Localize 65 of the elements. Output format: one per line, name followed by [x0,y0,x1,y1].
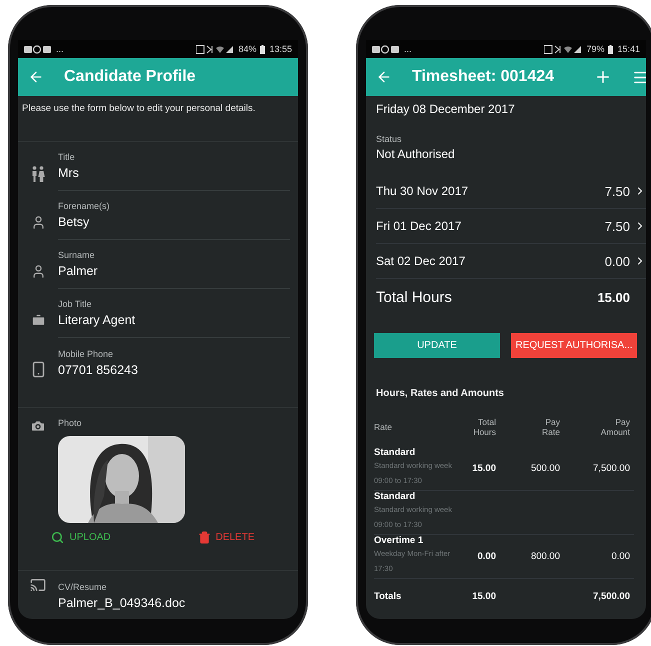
day-row[interactable]: Sat 02 Dec 2017 0.00 [376,244,646,279]
field-label: Forename(s) [58,201,111,211]
total-hours-value: 15.00 [597,290,630,304]
table-cell: 500.00 [500,447,564,491]
field-value[interactable]: Mrs [58,166,290,180]
column-header: Total Hours [472,417,497,439]
table-cell-text: 15.00 [471,590,497,602]
table-cell: 7,500.00 [564,447,634,491]
rate-name: Standard [374,447,416,458]
field-label: Photo [58,418,83,428]
table-cell: 0.00 [458,535,500,579]
table-cell: 15.00 [458,447,500,491]
battery-icon [608,44,614,54]
clock-time: 13:55 [269,44,292,54]
total-hours-label: Total Hours [376,288,453,306]
status-icons-drawing [544,44,582,54]
totals-label: Totals [374,590,402,602]
screen-icon [30,577,46,593]
clock-time: 15:41 [617,44,640,54]
back-arrow-icon[interactable] [376,69,392,85]
form-instructions: Please use the form below to edit your personal details. [18,96,298,142]
overflow-indicator: ... [56,44,64,54]
status-value: Not Authorised [376,147,456,161]
rate-name: Overtime 1 [374,535,424,546]
delete-button[interactable]: DELETE [194,529,258,546]
field-label: Title [58,152,76,162]
status-label: Status [376,134,403,144]
screen-title: Timesheet: 001424 [412,68,554,86]
battery-level: 79% [586,44,604,54]
screen-title: Candidate Profile [64,68,196,86]
field-label: Mobile Phone [58,348,114,358]
person-icon [30,264,46,279]
field-label: Job Title [58,299,93,309]
field-value[interactable]: Palmer [58,264,290,278]
request-authorisation-button[interactable]: REQUEST AUTHORISA... [511,333,637,358]
search-icon [51,531,64,544]
person-icon [30,215,46,230]
day-row[interactable]: Thu 30 Nov 2017 7.50 [376,174,646,209]
column-header: Rate [374,422,393,434]
table-cell: 0.00 [564,535,634,579]
people-icon [31,166,45,182]
camera-icon [30,418,46,434]
table-cell-text: 7,500.00 [592,590,631,602]
field-value[interactable]: Literary Agent [58,313,290,327]
status-icons-drawing [196,44,234,54]
rate-name: Standard [374,491,416,502]
table-cell: 800.00 [500,535,564,579]
section-title: Hours, Rates and Amounts [376,388,505,399]
field-label: Surname [58,250,96,260]
briefcase-icon [30,313,46,328]
day-row[interactable]: Fri 01 Dec 2017 7.50 [376,209,646,244]
battery-level: 84% [238,44,256,54]
trash-icon [198,531,211,544]
notification-icons-drawing [372,44,400,54]
overflow-indicator: ... [404,44,412,54]
field-value[interactable]: Palmer_B_049346.doc [58,596,290,610]
upload-button[interactable]: UPLOAD [47,529,115,546]
notification-icons-drawing [24,44,52,54]
column-header: Pay Rate [541,417,561,439]
battery-icon [260,44,266,54]
column-header: Pay Amount [600,417,631,439]
input-date-value: Friday 08 December 2017 [376,102,516,116]
field-value[interactable]: 07701 856243 [58,362,290,376]
field-value[interactable]: Betsy [58,215,290,229]
field-label: CV/Resume [58,582,108,592]
